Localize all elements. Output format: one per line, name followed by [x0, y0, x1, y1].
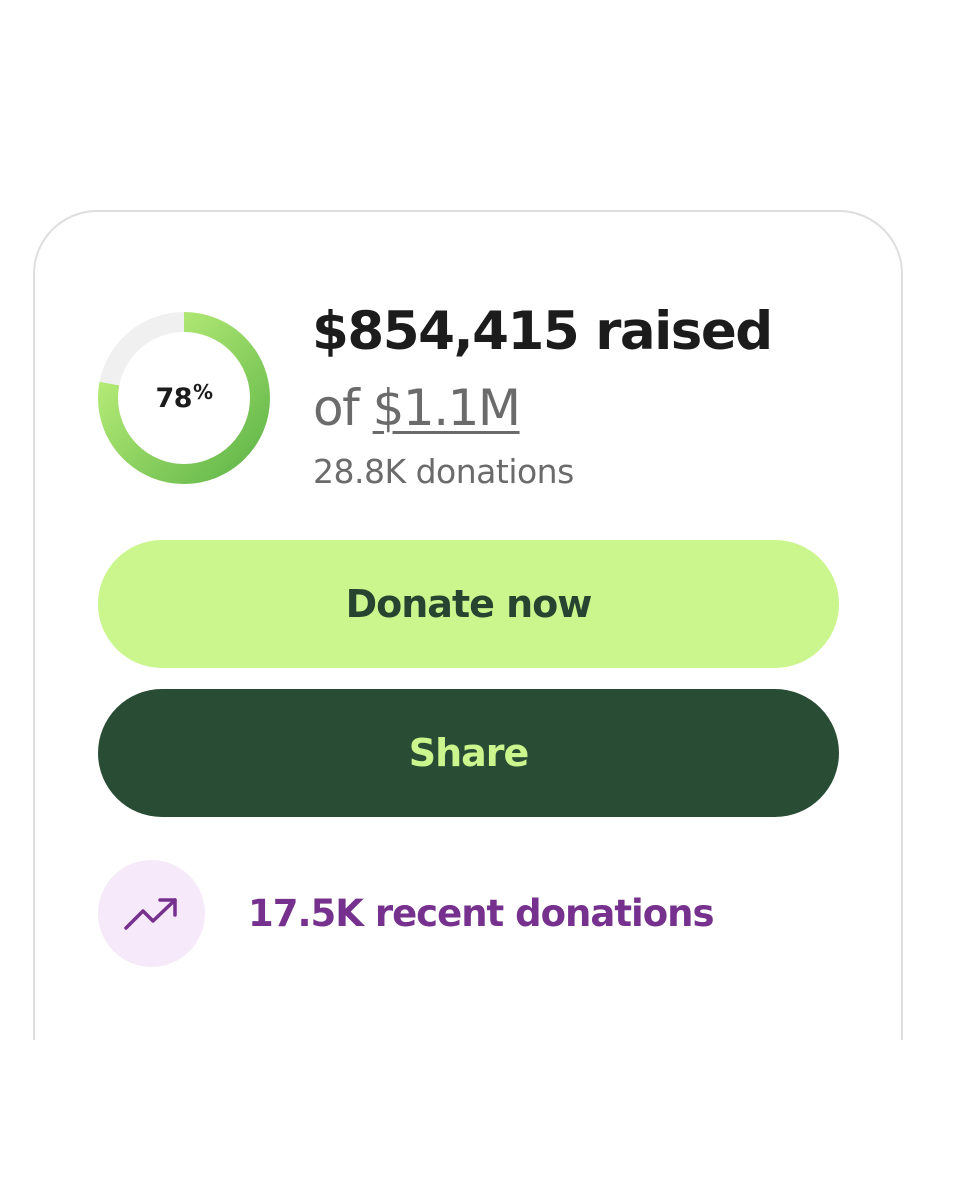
amount-raised: $854,415 raised: [312, 301, 773, 362]
goal-line: of $1.1M: [313, 378, 521, 438]
progress-percent-value: 78: [155, 382, 193, 414]
trending-up-icon: [98, 860, 205, 967]
share-button[interactable]: Share: [98, 689, 839, 817]
progress-percent: 78%: [97, 311, 271, 485]
donate-now-button[interactable]: Donate now: [98, 540, 839, 668]
recent-donations-label[interactable]: 17.5K recent donations: [248, 892, 714, 936]
goal-prefix: of: [313, 379, 373, 437]
progress-percent-symbol: %: [193, 380, 213, 404]
goal-amount: $1.1M: [372, 379, 521, 437]
donate-now-label: Donate now: [345, 582, 593, 626]
trending-up-icon-glyph: [123, 897, 177, 930]
donation-count: 28.8K donations: [313, 452, 574, 491]
share-label: Share: [408, 731, 530, 775]
